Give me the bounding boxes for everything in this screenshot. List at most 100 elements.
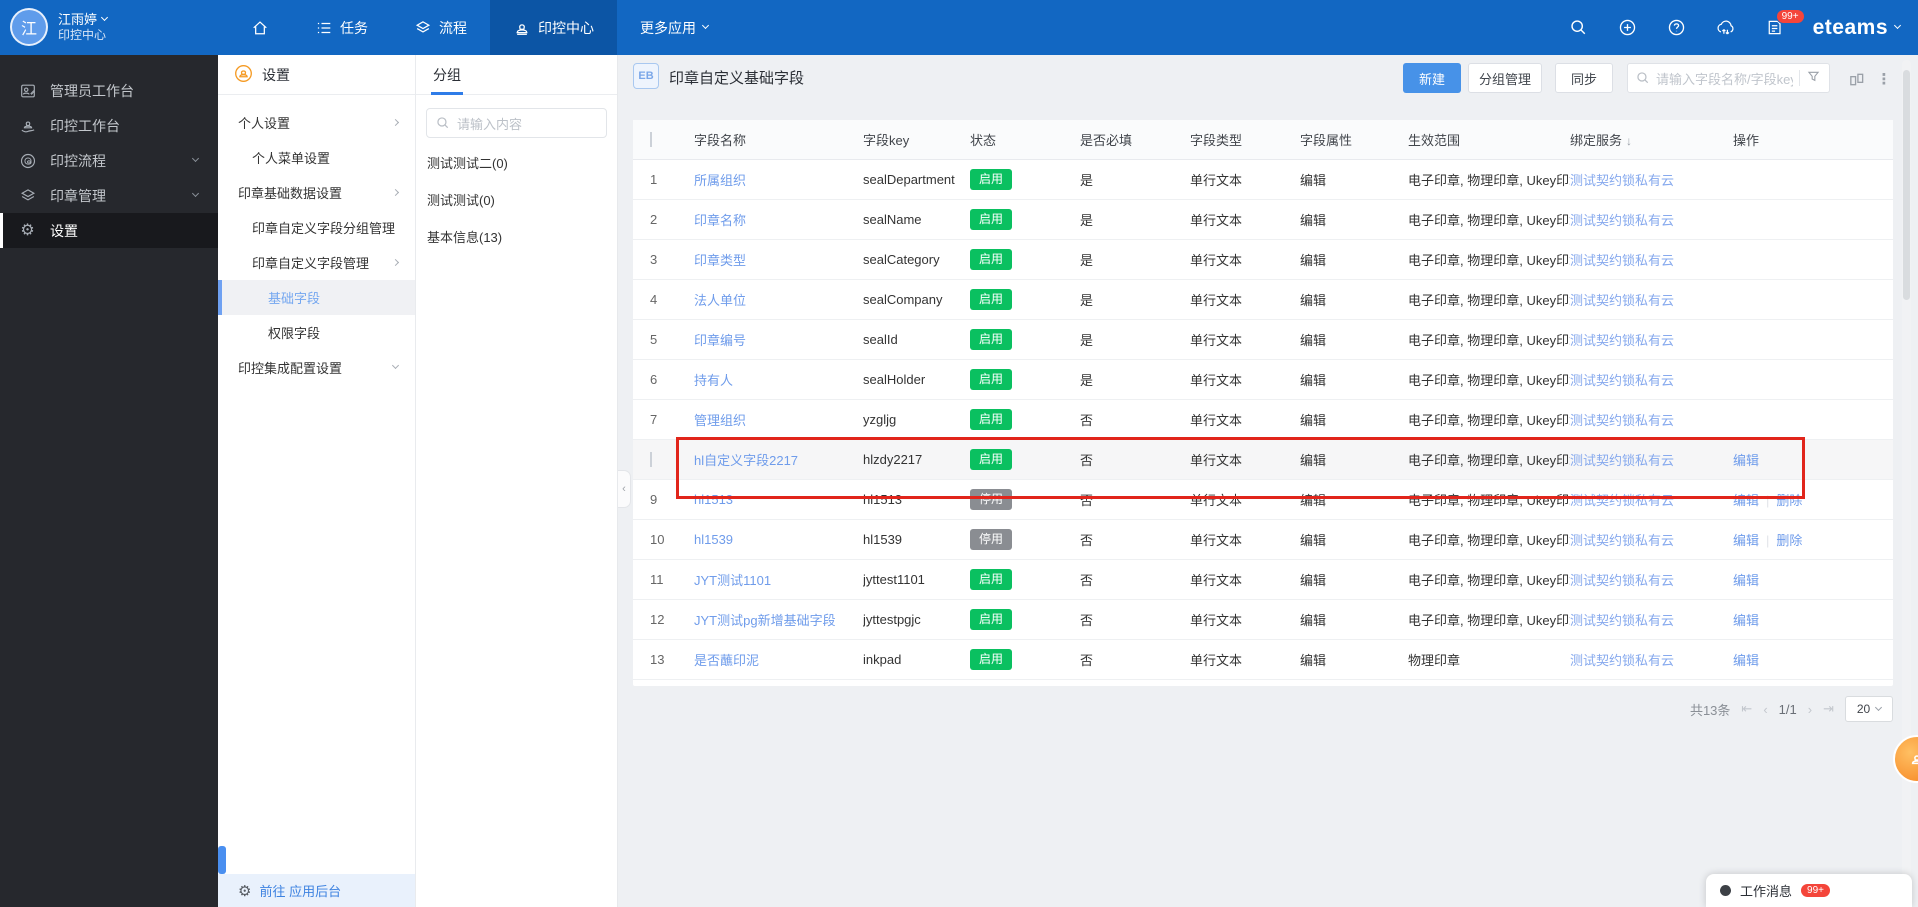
service-link[interactable]: 测试契约锁私有云 (1570, 213, 1674, 228)
table-row[interactable]: 11 JYT测试1101 jyttest1101 启用 否 单行文本 编辑 电子印章, 物理印… (633, 560, 1893, 600)
field-name-link[interactable]: JYT测试pg新增基础字段 (694, 613, 836, 628)
table-row[interactable]: 13 是否蘸印泥 inkpad 启用 否 单行文本 编辑 物理印章 测试契约锁私有云 编辑 (633, 640, 1893, 680)
help-circle-icon[interactable] (1666, 17, 1688, 39)
table-row[interactable]: 10 hl1539 hl1539 停用 否 单行文本 编辑 电子印章, 物理印章, Ukey印… (633, 520, 1893, 560)
service-link[interactable]: 测试契约锁私有云 (1570, 453, 1674, 468)
table-row[interactable]: hl自定义字段2217 hlzdy2217 启用 否 单行文本 编辑 电子印章, 物理印章,… (633, 440, 1893, 480)
row-checkbox[interactable] (650, 452, 652, 467)
service-link[interactable]: 测试契约锁私有云 (1570, 493, 1674, 508)
sidebar-item-印章管理[interactable]: 印章管理 (0, 178, 218, 213)
page-scrollbar-thumb[interactable] (1903, 70, 1910, 300)
group-item-基本信息(13)[interactable]: 基本信息(13) (416, 218, 617, 255)
field-name-link[interactable]: hl1539 (694, 532, 733, 547)
field-name-link[interactable]: 印章类型 (694, 253, 746, 268)
nav-item-流程[interactable]: 流程 (391, 0, 490, 55)
sidebar-item-印控流程[interactable]: 印控流程 (0, 143, 218, 178)
settings-menu-item-个人菜单设置[interactable]: 个人菜单设置 (218, 140, 415, 175)
status-cell: 停用 (970, 489, 1080, 510)
table-row[interactable]: 4 法人单位 sealCompany 启用 是 单行文本 编辑 电子印章, 物理印章, Uke… (633, 280, 1893, 320)
delete-link[interactable]: 删除 (1776, 493, 1802, 508)
filter-funnel-icon[interactable] (1806, 69, 1821, 87)
field-name-link[interactable]: 印章名称 (694, 213, 746, 228)
sort-desc-icon[interactable]: ↓ (1626, 134, 1632, 148)
service-link[interactable]: 测试契约锁私有云 (1570, 253, 1674, 268)
service-link[interactable]: 测试契约锁私有云 (1570, 293, 1674, 308)
group-manage-button[interactable]: 分组管理 (1468, 63, 1542, 93)
field-name-link[interactable]: 法人单位 (694, 293, 746, 308)
service-link[interactable]: 测试契约锁私有云 (1570, 333, 1674, 348)
table-row[interactable]: 12 JYT测试pg新增基础字段 jyttestpgjc 启用 否 单行文本 编辑 电子印章,… (633, 600, 1893, 640)
search-icon[interactable] (1568, 17, 1590, 39)
panel-collapse-handle[interactable]: ‹ (618, 470, 631, 508)
field-name-link[interactable]: 印章编号 (694, 333, 746, 348)
sidebar-item-设置[interactable]: ⚙ 设置 (0, 213, 218, 248)
settings-menu-item-个人设置[interactable]: 个人设置 (218, 105, 415, 140)
table-row[interactable]: 1 所属组织 sealDepartment 启用 是 单行文本 编辑 电子印章, 物理印章, … (633, 160, 1893, 200)
sync-button[interactable]: 同步 (1555, 63, 1613, 93)
service-link[interactable]: 测试契约锁私有云 (1570, 533, 1674, 548)
plus-circle-icon[interactable] (1617, 17, 1639, 39)
select-all-checkbox[interactable] (650, 132, 652, 147)
user-block[interactable]: 江 江雨婷 印控中心 (10, 8, 109, 46)
field-name-link[interactable]: hl自定义字段2217 (694, 453, 798, 468)
field-name-link[interactable]: 所属组织 (694, 173, 746, 188)
service-link[interactable]: 测试契约锁私有云 (1570, 573, 1674, 588)
nav-item-home[interactable] (228, 0, 292, 55)
new-button[interactable]: 新建 (1403, 63, 1461, 93)
nav-item-更多应用[interactable]: 更多应用 (617, 0, 731, 55)
field-search-input[interactable]: 请输入字段名称/字段key (1627, 63, 1830, 93)
settings-panel-scrollbar[interactable] (218, 846, 226, 874)
page-size-select[interactable]: 20 (1845, 696, 1893, 722)
prev-page-icon[interactable]: ‹ (1763, 702, 1767, 717)
nav-item-任务[interactable]: 任务 (292, 0, 391, 55)
settings-menu-item-印章自定义字段管理[interactable]: 印章自定义字段管理 (218, 245, 415, 280)
more-actions-icon[interactable]: ⋮ (1874, 69, 1894, 89)
settings-menu-item-权限字段[interactable]: 权限字段 (218, 315, 415, 350)
table-row[interactable]: 9 hl1513 hl1513 停用 否 单行文本 编辑 电子印章, 物理印章, Ukey印章… (633, 480, 1893, 520)
group-item-测试测试二(0)[interactable]: 测试测试二(0) (416, 144, 617, 181)
table-row[interactable]: 7 管理组织 yzgljg 启用 否 单行文本 编辑 电子印章, 物理印章, Ukey印章 测试… (633, 400, 1893, 440)
message-doc-icon[interactable]: 99+ (1764, 8, 1805, 39)
edit-link[interactable]: 编辑 (1733, 613, 1759, 628)
table-row[interactable]: 2 印章名称 sealName 启用 是 单行文本 编辑 电子印章, 物理印章, Ukey印章… (633, 200, 1893, 240)
settings-menu-item-基础字段[interactable]: 基础字段 (218, 280, 415, 315)
service-link[interactable]: 测试契约锁私有云 (1570, 373, 1674, 388)
delete-link[interactable]: 删除 (1776, 533, 1802, 548)
next-page-icon[interactable]: › (1808, 702, 1812, 717)
field-name-link[interactable]: JYT测试1101 (694, 573, 771, 588)
last-page-icon[interactable]: ⇥ (1823, 701, 1834, 717)
service-link[interactable]: 测试契约锁私有云 (1570, 413, 1674, 428)
edit-link[interactable]: 编辑 (1733, 573, 1759, 588)
field-name-link[interactable]: 管理组织 (694, 413, 746, 428)
first-page-icon[interactable]: ⇤ (1741, 701, 1752, 717)
field-name-link[interactable]: hl1513 (694, 492, 733, 507)
brand-logo[interactable]: eteams (1813, 16, 1902, 40)
settings-menu-item-印章自定义字段分组管理[interactable]: 印章自定义字段分组管理 (218, 210, 415, 245)
settings-menu-item-印控集成配置设置[interactable]: 印控集成配置设置 (218, 350, 415, 385)
sidebar-item-管理员工作台[interactable]: 管理员工作台 (0, 73, 218, 108)
gear-icon: ⚙ (238, 882, 252, 900)
service-link[interactable]: 测试契约锁私有云 (1570, 653, 1674, 668)
service-link[interactable]: 测试契约锁私有云 (1570, 173, 1674, 188)
table-row[interactable]: 5 印章编号 sealId 启用 是 单行文本 编辑 电子印章, 物理印章, Ukey印章 测试… (633, 320, 1893, 360)
avatar[interactable]: 江 (10, 8, 48, 46)
table-row[interactable]: 6 持有人 sealHolder 启用 是 单行文本 编辑 电子印章, 物理印章, Ukey印… (633, 360, 1893, 400)
column-settings-icon[interactable] (1846, 69, 1866, 89)
field-name-link[interactable]: 是否蘸印泥 (694, 653, 759, 668)
edit-link[interactable]: 编辑 (1733, 453, 1759, 468)
edit-link[interactable]: 编辑 (1733, 533, 1759, 548)
group-search-input[interactable]: 请输入内容 (426, 108, 607, 138)
service-link[interactable]: 测试契约锁私有云 (1570, 613, 1674, 628)
goto-app-backend[interactable]: ⚙ 前往 应用后台 (218, 874, 415, 907)
work-message-bar[interactable]: 工作消息 99+ (1706, 874, 1912, 907)
edit-link[interactable]: 编辑 (1733, 653, 1759, 668)
settings-menu-item-印章基础数据设置[interactable]: 印章基础数据设置 (218, 175, 415, 210)
nav-item-印控中心[interactable]: 印控中心 (490, 0, 617, 55)
tab-group[interactable]: 分组 (431, 55, 463, 95)
group-item-测试测试(0)[interactable]: 测试测试(0) (416, 181, 617, 218)
field-name-link[interactable]: 持有人 (694, 373, 733, 388)
cloud-sync-icon[interactable] (1715, 17, 1737, 39)
edit-link[interactable]: 编辑 (1733, 493, 1759, 508)
table-row[interactable]: 3 印章类型 sealCategory 启用 是 单行文本 编辑 电子印章, 物理印章, Uk… (633, 240, 1893, 280)
sidebar-item-印控工作台[interactable]: 印控工作台 (0, 108, 218, 143)
